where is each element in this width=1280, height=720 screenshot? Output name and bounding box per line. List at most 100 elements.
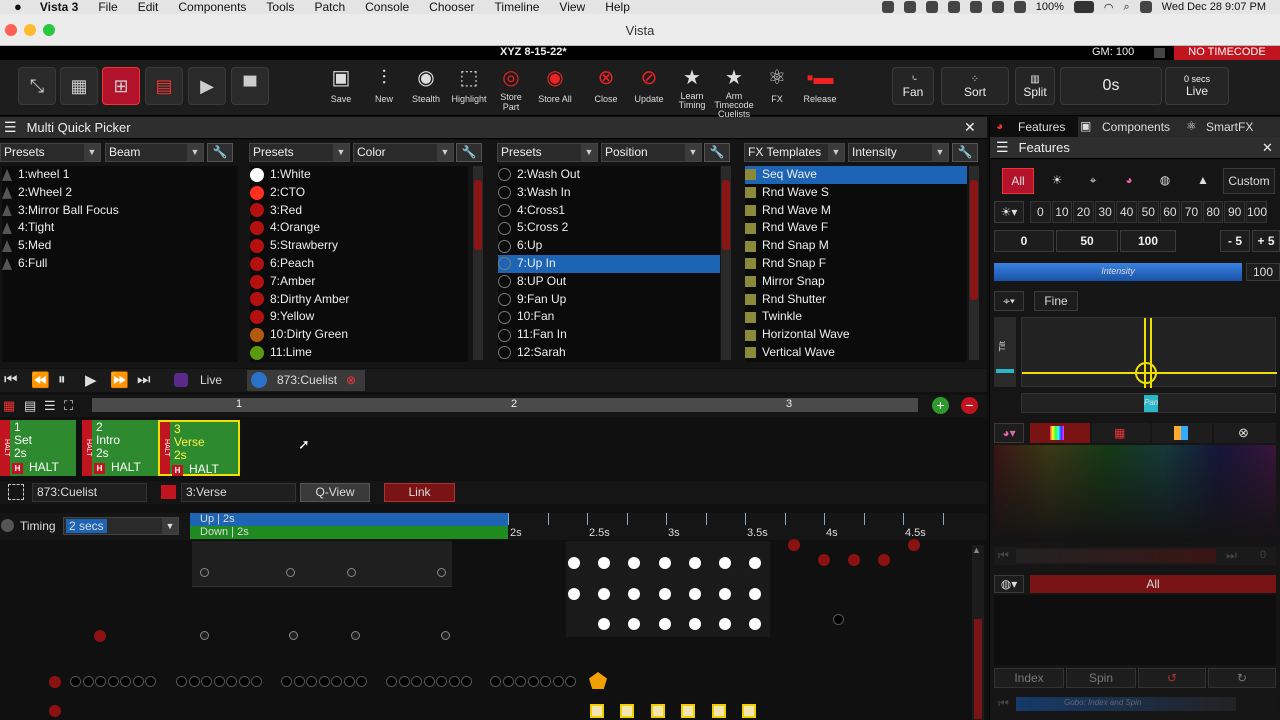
fixture-dot[interactable] xyxy=(289,631,298,640)
color-mode-select[interactable]: ◕▾ xyxy=(994,423,1024,443)
menu-components[interactable]: Components xyxy=(168,0,256,14)
remove-cue-icon[interactable]: − xyxy=(961,397,978,414)
list-item[interactable]: 7:Up In xyxy=(498,254,720,273)
menu-tools[interactable]: Tools xyxy=(256,0,304,14)
menu-console[interactable]: Console xyxy=(355,0,419,14)
list-item[interactable]: 11:Fan In xyxy=(498,326,720,344)
beam-all-button[interactable]: All xyxy=(1030,575,1276,593)
plus-5-button[interactable]: + 5 xyxy=(1252,230,1280,252)
col3-type-select[interactable]: Position ▼ xyxy=(601,143,702,162)
screen-icon[interactable] xyxy=(1013,1,1026,13)
close-icon[interactable]: ✕ xyxy=(1262,140,1273,156)
skip-forward-icon[interactable]: ⏭ xyxy=(137,371,151,388)
fixture-device[interactable] xyxy=(620,704,635,718)
extension-icon[interactable] xyxy=(903,1,916,13)
fixture-dot[interactable] xyxy=(49,705,61,717)
col4-filter-select[interactable]: FX Templates ▼ xyxy=(744,143,845,162)
grid-view-icon[interactable]: ▦ xyxy=(3,398,15,414)
list-item[interactable]: 5:Cross 2 xyxy=(498,219,720,237)
fixture-dot[interactable] xyxy=(398,676,410,687)
fixture-dot[interactable] xyxy=(293,676,305,687)
rewind-icon[interactable]: ⏪ xyxy=(31,371,50,389)
stage-view-button[interactable]: ⊞ xyxy=(102,67,140,105)
menu-icon[interactable]: ☰ xyxy=(996,139,1009,156)
fixture-dot[interactable] xyxy=(448,676,460,687)
fixture-dot[interactable] xyxy=(552,676,564,687)
spin-ccw-button[interactable]: ↺ xyxy=(1138,668,1206,688)
color-picker-field[interactable] xyxy=(994,445,1276,541)
timing-select[interactable]: 2 secs ▼ xyxy=(63,517,179,535)
col3-filter-select[interactable]: Presets ▼ xyxy=(497,143,598,162)
list-item[interactable]: 3:Red xyxy=(250,202,468,220)
menu-edit[interactable]: Edit xyxy=(128,0,169,14)
color-grid-tab[interactable] xyxy=(1152,423,1212,443)
level-button[interactable]: 0 xyxy=(1030,201,1051,223)
fixture-dot[interactable] xyxy=(213,676,225,687)
list-item[interactable]: Rnd Wave F xyxy=(745,219,967,237)
gobo-spin-button[interactable]: Spin xyxy=(1066,668,1136,688)
fixture-dot[interactable] xyxy=(411,676,422,687)
fx-button[interactable]: ⚛ FX xyxy=(762,64,792,110)
spreadsheet-view-button[interactable]: ▦ xyxy=(60,67,98,105)
col2-type-select[interactable]: Color ▼ xyxy=(353,143,454,162)
layout-view-button[interactable]: ▀ xyxy=(231,67,269,105)
menu-help[interactable]: Help xyxy=(595,0,640,14)
list-item[interactable]: 4:Tight xyxy=(2,219,238,237)
pan-tilt-grid[interactable] xyxy=(1021,317,1277,388)
filter-position-button[interactable]: ⌖ xyxy=(1078,168,1108,194)
list-item[interactable]: 1:wheel 1 xyxy=(2,166,238,184)
tab-features[interactable]: ◕ Features xyxy=(990,117,1078,137)
list-item[interactable]: 2:Wheel 2 xyxy=(2,184,238,202)
list-item[interactable]: 5:Med xyxy=(2,237,238,255)
fade-up-bar[interactable]: Up | 2s xyxy=(190,513,508,526)
fixture-dot[interactable] xyxy=(95,676,106,687)
fixture-dot[interactable] xyxy=(461,676,472,687)
fine-button[interactable]: Fine xyxy=(1034,291,1078,311)
list-item[interactable]: Rnd Wave S xyxy=(745,184,967,202)
fixture-dot[interactable] xyxy=(540,676,551,687)
fixture-device[interactable] xyxy=(742,704,756,718)
list-item[interactable]: 6:Peach xyxy=(250,255,468,273)
position-crosshair-icon[interactable] xyxy=(1135,362,1157,384)
cue-view-button[interactable]: ▤ xyxy=(145,67,183,105)
list-item[interactable]: 1:White xyxy=(250,166,468,184)
release-button[interactable]: ▪▬ Release xyxy=(800,64,840,110)
timeline-view-button[interactable]: ▶ xyxy=(188,67,226,105)
fixture-dot[interactable] xyxy=(502,676,514,687)
filter-intensity-button[interactable]: ☀ xyxy=(1042,168,1072,194)
fixture-dot[interactable] xyxy=(568,587,580,600)
list-item[interactable]: 10:Dirty Green xyxy=(250,326,468,344)
fixture-dot[interactable] xyxy=(436,676,447,687)
cue-field[interactable]: 3:Verse xyxy=(181,483,296,502)
fixture-dot[interactable] xyxy=(70,676,81,687)
level-button[interactable]: 70 xyxy=(1181,201,1202,223)
fade-down-bar[interactable]: Down | 2s xyxy=(190,526,508,539)
update-button[interactable]: ⊘ Update xyxy=(632,64,666,110)
cue-card[interactable]: HALT 1 Set 2s H HALT xyxy=(0,420,76,476)
cue-card-active[interactable]: HALT 3 Verse 2s H HALT xyxy=(158,420,240,476)
highlight-button[interactable]: ⬚ Highlight xyxy=(451,64,487,110)
color-picker-tab[interactable] xyxy=(1030,423,1090,443)
control-center-icon[interactable] xyxy=(1139,1,1152,13)
arm-timecode-button[interactable]: ★ Arm Timecode Cuelists xyxy=(714,64,754,119)
level-button[interactable]: 40 xyxy=(1116,201,1137,223)
store-all-button[interactable]: ◉ Store All xyxy=(536,64,574,110)
new-button[interactable]: ⫶ New xyxy=(368,64,400,110)
battery-icon[interactable] xyxy=(1073,1,1094,13)
fixture-dot[interactable] xyxy=(598,587,611,600)
live-tab[interactable]: Live xyxy=(168,370,246,391)
live-time-selector[interactable]: 0 secs Live xyxy=(1165,67,1229,105)
level-button[interactable]: 100 xyxy=(1246,201,1267,223)
fixture-dot[interactable] xyxy=(719,618,731,630)
fixture-dot[interactable] xyxy=(490,676,501,687)
list-item[interactable]: Twinkle xyxy=(745,308,967,326)
fixture-dot[interactable] xyxy=(94,630,106,642)
cue-icon[interactable] xyxy=(161,485,176,499)
list-item[interactable]: Horizontal Wave xyxy=(745,326,967,344)
stage-view[interactable]: ▲ xyxy=(0,539,987,720)
menu-view[interactable]: View xyxy=(549,0,595,14)
fixture-dot[interactable] xyxy=(347,568,356,577)
filter-beam-button[interactable]: ◍ xyxy=(1150,168,1180,194)
list-item[interactable]: Seq Wave xyxy=(745,166,967,184)
select-icon[interactable] xyxy=(8,484,24,500)
